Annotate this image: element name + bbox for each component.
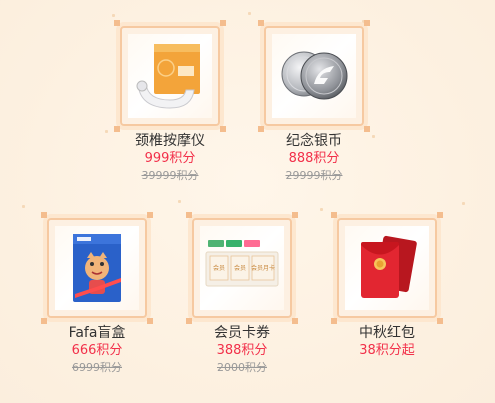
frame-corner xyxy=(437,212,443,218)
frame-corner xyxy=(114,126,120,132)
decor-dot xyxy=(112,14,115,17)
product-frame xyxy=(331,212,443,324)
frame-corner xyxy=(220,20,226,26)
frame-corner xyxy=(41,318,47,324)
frame-corner xyxy=(292,318,298,324)
product-frame: 会员 会员 会员月卡 xyxy=(186,212,298,324)
card-tag-text: 会员月卡 xyxy=(251,264,275,272)
product-card-silver-coin[interactable]: 纪念银币 888积分 29999积分 xyxy=(254,20,374,184)
product-card-neck-massager[interactable]: 颈椎按摩仪 999积分 39999积分 xyxy=(110,20,230,184)
product-original-price: 29999积分 xyxy=(285,169,343,182)
product-original-price: 39999积分 xyxy=(141,169,199,182)
membership-card-icon: 会员 会员 会员月卡 xyxy=(205,240,279,287)
frame-corner xyxy=(147,318,153,324)
decor-dot xyxy=(105,130,108,133)
frame-corner xyxy=(364,126,370,132)
frame-corner xyxy=(41,212,47,218)
decor-dot xyxy=(248,12,251,15)
product-card-red-envelope[interactable]: 中秋红包 38积分起 xyxy=(327,212,447,360)
frame-corner xyxy=(220,126,226,132)
frame-corner xyxy=(147,212,153,218)
product-price: 666积分 xyxy=(71,343,123,358)
decor-dot xyxy=(320,208,323,211)
product-name: 中秋红包 xyxy=(359,325,415,341)
frame-corner xyxy=(258,126,264,132)
frame-corner xyxy=(364,20,370,26)
product-original-price: 6999积分 xyxy=(72,361,122,374)
silver-coin-icon xyxy=(281,51,348,100)
frame-corner xyxy=(258,20,264,26)
frame-corner xyxy=(331,212,337,218)
frame-corner xyxy=(114,20,120,26)
exchange-grid: 颈椎按摩仪 999积分 39999积分 纪念银币 888积分 29999积分 F… xyxy=(0,0,495,403)
product-name: 纪念银币 xyxy=(286,133,342,149)
frame-corner xyxy=(186,212,192,218)
product-name: 会员卡券 xyxy=(214,325,270,341)
product-original-price: 2000积分 xyxy=(217,361,267,374)
product-frame xyxy=(258,20,370,132)
frame-corner xyxy=(331,318,337,324)
neck-massager-icon xyxy=(136,44,200,109)
product-price: 38积分起 xyxy=(359,343,415,358)
product-price: 888积分 xyxy=(288,151,340,166)
decor-dot xyxy=(22,205,25,208)
frame-corner xyxy=(186,318,192,324)
product-frame xyxy=(114,20,226,132)
frame-corner xyxy=(292,212,298,218)
frame-corner xyxy=(437,318,443,324)
product-frame xyxy=(41,212,153,324)
product-card-membership[interactable]: 会员 会员 会员月卡 会员卡券 388积分 2000积分 xyxy=(182,212,302,376)
product-name: 颈椎按摩仪 xyxy=(135,133,205,149)
product-card-blind-box[interactable]: Fafa盲盒 666积分 6999积分 xyxy=(37,212,157,376)
product-price: 999积分 xyxy=(144,151,196,166)
decor-dot xyxy=(178,200,181,203)
blind-box-icon xyxy=(73,234,121,302)
product-price: 388积分 xyxy=(216,343,268,358)
product-name: Fafa盲盒 xyxy=(68,325,126,341)
card-tag-text: 会员 xyxy=(213,264,225,272)
decor-dot xyxy=(462,202,465,205)
red-envelope-icon xyxy=(361,235,417,298)
card-tag-text: 会员 xyxy=(234,264,246,272)
